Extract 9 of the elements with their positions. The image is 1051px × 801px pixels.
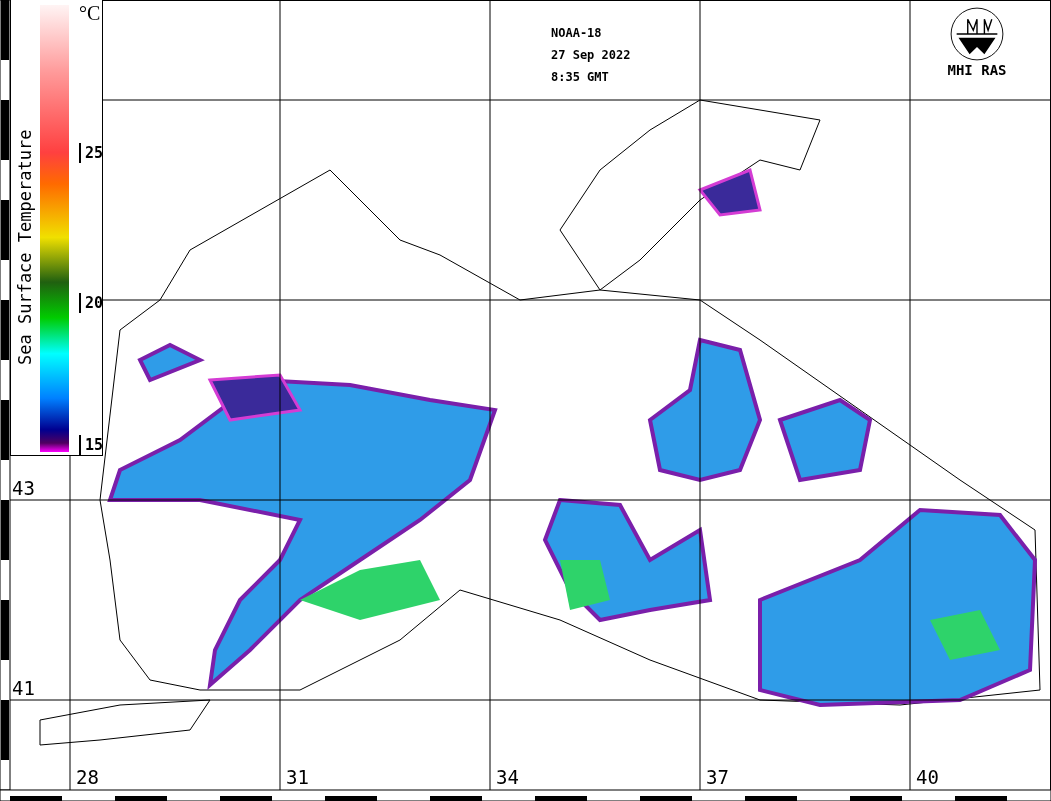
logo-text: MHI RAS bbox=[947, 62, 1007, 78]
image-date: 27 Sep 2022 bbox=[551, 47, 631, 64]
scale-tick-label: 20 bbox=[79, 293, 104, 313]
colorbar-title: Sea Surface Temperature bbox=[15, 129, 35, 365]
image-time: 8:35 GMT bbox=[551, 69, 610, 86]
scale-tick-label: 15 bbox=[79, 435, 104, 455]
satellite-name: NOAA-18 bbox=[551, 25, 603, 42]
scale-tick-label: 25 bbox=[79, 143, 104, 163]
unit-label: °C bbox=[79, 2, 101, 25]
